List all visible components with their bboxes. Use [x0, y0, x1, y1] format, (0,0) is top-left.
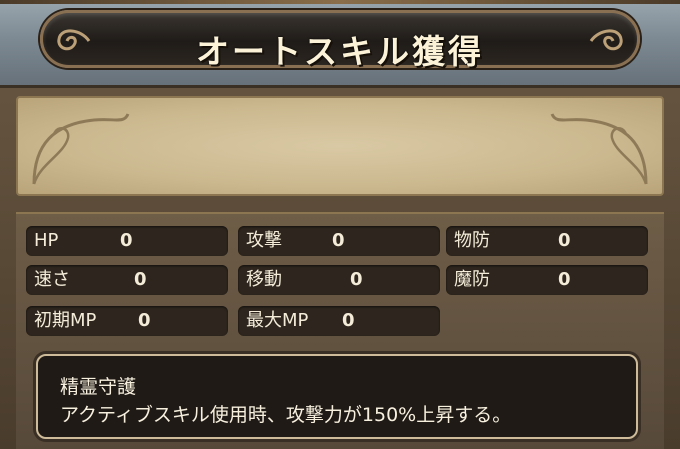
stat-value: 0 — [558, 230, 571, 251]
stat-speed: 速さ 0 — [26, 265, 228, 295]
stat-label: HP — [34, 230, 59, 251]
scroll-ornament-icon — [589, 29, 623, 51]
skill-description: アクティブスキル使用時、攻撃力が150%上昇する。 — [60, 404, 512, 426]
stat-value: 0 — [134, 269, 147, 290]
stat-physical-defense: 物防 0 — [446, 226, 648, 256]
stat-label: 魔防 — [454, 269, 490, 290]
stat-max-mp: 最大MP 0 — [238, 306, 440, 336]
stat-value: 0 — [332, 230, 345, 251]
stat-label: 最大MP — [246, 310, 309, 331]
corner-flourish-icon — [32, 113, 130, 185]
page-title: オートスキル獲得 — [196, 32, 484, 71]
stat-movement: 移動 0 — [238, 265, 440, 295]
stat-value: 0 — [342, 310, 355, 331]
stat-magic-defense: 魔防 0 — [446, 265, 648, 295]
stat-value: 0 — [350, 269, 363, 290]
stat-label: 移動 — [246, 269, 282, 290]
stat-label: 攻撃 — [246, 230, 282, 251]
stat-value: 0 — [558, 269, 571, 290]
stat-initial-mp: 初期MP 0 — [26, 306, 228, 336]
skill-name: 精霊守護 — [60, 376, 137, 398]
skill-description-box: 精霊守護 アクティブスキル使用時、攻撃力が150%上昇する。 — [36, 354, 638, 439]
stat-label: 初期MP — [34, 310, 97, 331]
stat-value: 0 — [120, 230, 133, 251]
stat-label: 物防 — [454, 230, 490, 251]
stat-label: 速さ — [34, 269, 70, 290]
stat-value: 0 — [138, 310, 151, 331]
corner-flourish-icon — [550, 113, 648, 185]
stat-hp: HP 0 — [26, 226, 228, 256]
title-plate: オートスキル獲得 — [40, 10, 640, 71]
title-bar: オートスキル獲得 — [0, 0, 680, 88]
stat-attack: 攻撃 0 — [238, 226, 440, 256]
skill-art-area — [16, 96, 664, 196]
